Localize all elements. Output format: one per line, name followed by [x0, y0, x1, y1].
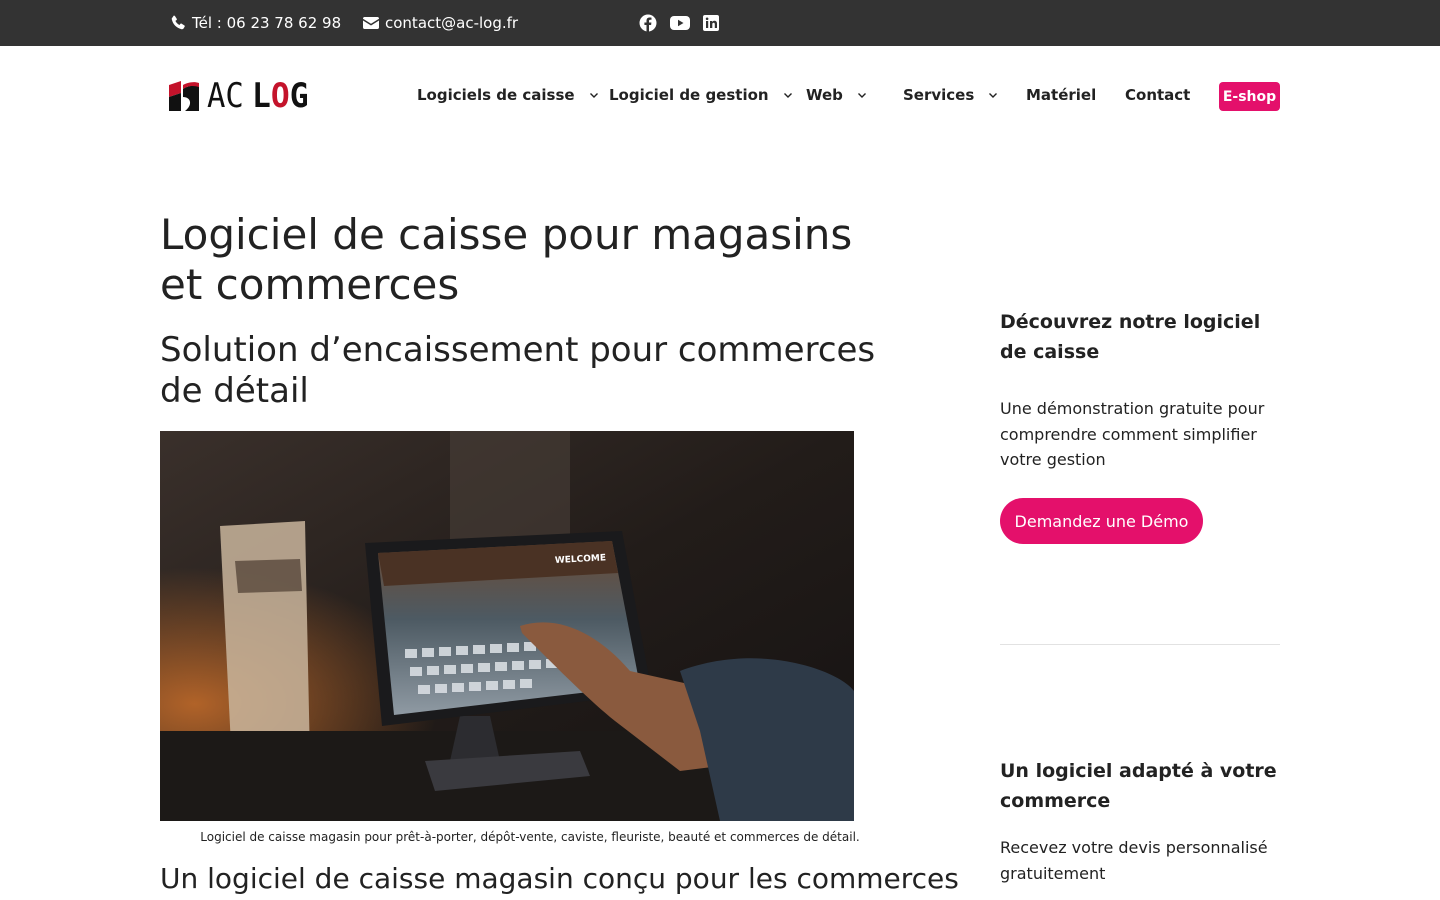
logo-text-log: LOG: [252, 79, 309, 113]
chevron-down-icon: [783, 93, 792, 98]
hero-caption: Logiciel de caisse magasin pour prêt-à-p…: [200, 830, 860, 844]
phone-text: Tél : 06 23 78 62 98: [192, 14, 342, 32]
request-demo-button[interactable]: Demandez une Démo: [1000, 498, 1203, 544]
nav-contact[interactable]: Contact: [1125, 86, 1190, 104]
envelope-icon: [363, 17, 379, 29]
email-link[interactable]: contact@ac-log.fr: [363, 14, 518, 32]
sidebar-divider: [1000, 644, 1280, 645]
nav-label: Contact: [1125, 86, 1191, 104]
logo-letter-l: L: [251, 76, 271, 116]
nav-label: Matériel: [1026, 86, 1097, 104]
nav-label: Logiciels de caisse: [417, 86, 575, 104]
top-bar: Tél : 06 23 78 62 98 contact@ac-log.fr: [0, 0, 1440, 46]
email-text: contact@ac-log.fr: [385, 14, 519, 32]
page-title: Logiciel de caisse pour magasins et comm…: [160, 210, 853, 309]
logo-text-ac: AC: [207, 76, 244, 116]
sidebar-block2-text: Recevez votre devis personnalisé gratuit…: [1000, 838, 1268, 883]
logo-mark-icon: [169, 81, 199, 111]
chevron-down-icon: [989, 93, 998, 98]
page-subtitle: Solution d’encaissement pour commerces d…: [160, 330, 876, 411]
nav-materiel[interactable]: Matériel: [1026, 86, 1096, 104]
eshop-button[interactable]: E-shop: [1219, 82, 1280, 111]
nav-label: Services: [903, 86, 975, 104]
phone-icon: [171, 15, 185, 30]
section-heading: Un logiciel de caisse magasin conçu pour…: [160, 862, 959, 895]
nav-web[interactable]: Web: [806, 86, 867, 104]
nav-services[interactable]: Services: [903, 86, 998, 104]
logo-letter-o: O: [270, 76, 290, 116]
site-logo[interactable]: AC LOG: [167, 78, 313, 114]
phone-link[interactable]: Tél : 06 23 78 62 98: [170, 14, 341, 32]
chevron-down-icon: [857, 93, 866, 98]
tablet-pos-illustration: WELCOME: [160, 431, 854, 821]
nav-logiciels-de-caisse[interactable]: Logiciels de caisse: [417, 86, 599, 104]
hero-image: WELCOME: [160, 431, 854, 821]
facebook-icon[interactable]: [638, 13, 658, 33]
nav-logiciel-de-gestion[interactable]: Logiciel de gestion: [609, 86, 793, 104]
linkedin-icon[interactable]: [701, 13, 721, 33]
sidebar-block2-title: Un logiciel adapté à votre commerce: [1000, 760, 1277, 812]
sidebar-block1-text: Une démonstration gratuite pour comprend…: [1000, 399, 1265, 469]
chevron-down-icon: [589, 93, 598, 98]
nav-label: Logiciel de gestion: [609, 86, 769, 104]
logo-text: AC LOG: [207, 79, 313, 113]
youtube-icon[interactable]: [670, 13, 690, 33]
logo-letter-g: G: [289, 76, 309, 116]
sidebar-block1-title: Découvrez notre logiciel de caisse: [1000, 311, 1261, 363]
nav-label: Web: [806, 86, 843, 104]
